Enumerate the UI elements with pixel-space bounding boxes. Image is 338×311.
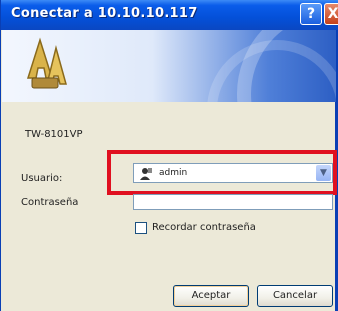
dialog-banner (2, 30, 336, 102)
close-button[interactable]: X (324, 3, 338, 25)
help-button[interactable]: ? (300, 3, 322, 25)
password-field[interactable] (133, 194, 333, 210)
title-bar[interactable]: Conectar a 10.10.10.117 ? X (1, 0, 338, 30)
server-name: TW-8101VP (25, 129, 83, 140)
highlight-annotation (107, 150, 337, 195)
password-label: Contraseña (21, 197, 79, 208)
user-name-label: Usuario: (21, 173, 63, 184)
remember-password-label[interactable]: Recordar contraseña (152, 222, 256, 233)
ok-button[interactable]: Aceptar (173, 285, 249, 307)
keys-icon (26, 37, 67, 89)
cancel-button[interactable]: Cancelar (257, 285, 333, 307)
window-title: Conectar a 10.10.10.117 (11, 6, 198, 21)
login-dialog: Conectar a 10.10.10.117 ? X TW-8101VP Us… (0, 0, 338, 311)
remember-password-checkbox[interactable] (135, 222, 147, 234)
